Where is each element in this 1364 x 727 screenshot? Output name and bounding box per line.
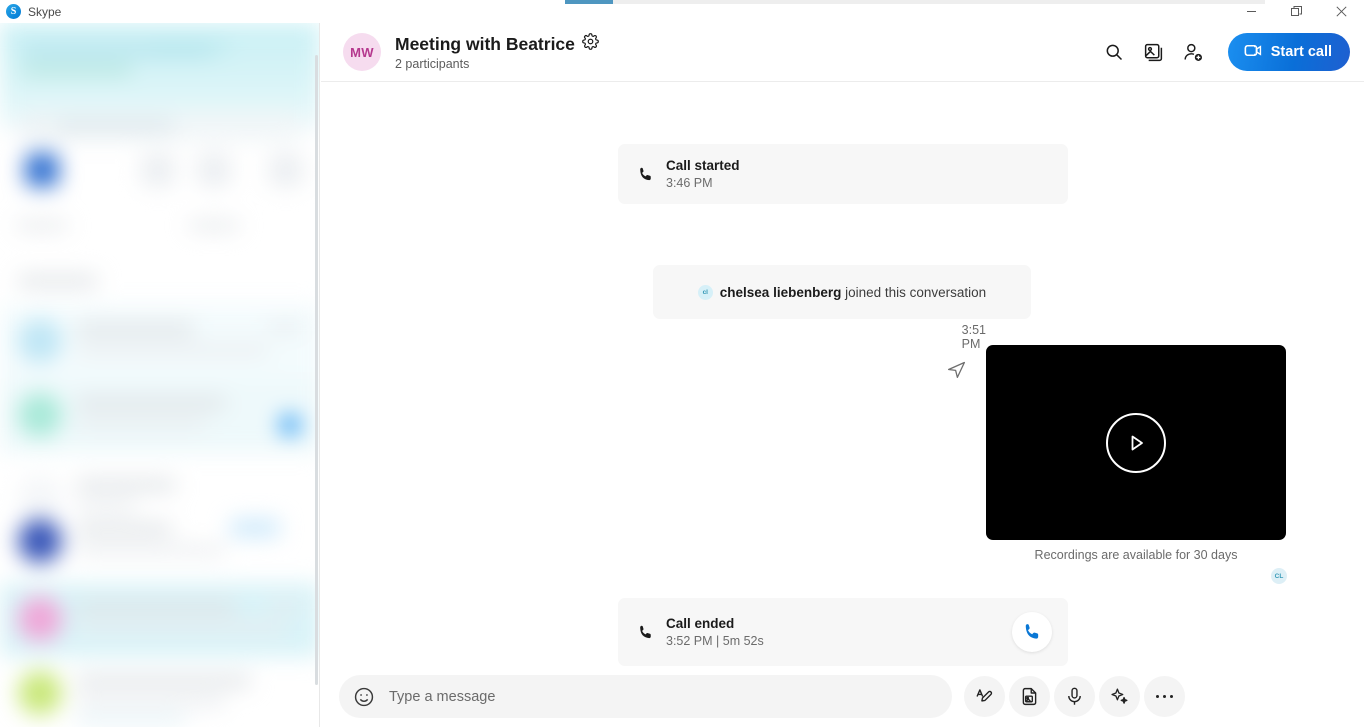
joined-suffix-text: joined this conversation <box>845 284 987 300</box>
avatar: cl <box>697 284 713 300</box>
participants-count: 2 participants <box>395 57 470 71</box>
add-person-icon[interactable] <box>1174 32 1214 72</box>
text-format-icon[interactable] <box>964 676 1005 717</box>
conversation-header-text: Meeting with Beatrice 2 participants <box>395 33 599 71</box>
sidebar-search-field <box>14 111 306 141</box>
quick-action-item <box>186 153 242 230</box>
search-input[interactable] <box>389 688 952 705</box>
quick-action-item <box>258 153 314 187</box>
video-camera-icon <box>1243 41 1262 64</box>
avatar[interactable]: MW <box>343 33 381 71</box>
conversation-title[interactable]: Meeting with Beatrice <box>395 34 575 55</box>
microphone-icon[interactable] <box>1054 676 1095 717</box>
call-ended-text: Call ended 3:52 PM | 5m 52s <box>666 616 764 648</box>
call-started-text: Call started 3:46 PM <box>666 158 740 190</box>
sidebar-blurred-content <box>0 23 319 727</box>
composer-actions <box>964 676 1185 717</box>
restore-icon[interactable] <box>1274 0 1319 23</box>
start-call-label: Start call <box>1270 44 1332 60</box>
phone-icon <box>634 166 656 183</box>
close-icon[interactable] <box>1319 0 1364 23</box>
emoji-smiley-icon[interactable] <box>351 684 377 710</box>
call-started-time: 3:46 PM <box>666 176 713 190</box>
message-list[interactable]: Call started 3:46 PM cl chelsea liebenbe… <box>321 82 1364 666</box>
call-started-card[interactable]: Call started 3:46 PM <box>618 144 1068 204</box>
search-icon[interactable] <box>1094 32 1134 72</box>
message-timestamp: 3:51 PM <box>961 323 986 351</box>
file-image-icon[interactable] <box>1009 676 1050 717</box>
start-call-button[interactable]: Start call <box>1227 33 1350 71</box>
sparkles-icon[interactable] <box>1099 676 1140 717</box>
conversation-pane: MW Meeting with Beatrice 2 participants <box>321 23 1364 727</box>
call-ended-details: 3:52 PM | 5m 52s <box>666 634 764 648</box>
list-item <box>0 657 319 727</box>
list-item <box>0 305 319 379</box>
browser-tab-strip <box>565 0 1265 4</box>
list-item <box>0 379 319 453</box>
sidebar-quick-actions <box>0 153 319 248</box>
page-title: Meeting with Beatrice <box>395 33 599 55</box>
more-options-icon[interactable] <box>1144 676 1185 717</box>
recording-availability-note: Recordings are available for 30 days <box>1034 548 1238 562</box>
sidebar-section-heading <box>18 275 98 287</box>
app-title: Skype <box>28 4 62 19</box>
quick-action-item <box>130 153 186 187</box>
participant-joined-card: cl chelsea liebenberg joined this conver… <box>653 265 1031 319</box>
call-ended-card[interactable]: Call ended 3:52 PM | 5m 52s <box>618 598 1068 666</box>
read-receipt-avatar: CL <box>1271 568 1287 584</box>
list-item <box>0 583 319 657</box>
forward-arrow-icon[interactable] <box>946 359 967 385</box>
active-tab-indicator[interactable] <box>565 0 613 4</box>
image-gallery-icon[interactable] <box>1134 32 1174 72</box>
skype-logo-icon: S <box>6 4 21 19</box>
phone-icon <box>634 624 656 641</box>
gear-icon[interactable] <box>582 33 599 55</box>
quick-action-item <box>14 153 70 230</box>
call-ended-title: Call ended <box>666 616 735 631</box>
header-actions: Start call <box>1094 32 1364 72</box>
joined-participant-name[interactable]: chelsea liebenberg <box>720 285 842 300</box>
conversation-header: MW Meeting with Beatrice 2 participants <box>321 23 1364 82</box>
phone-call-icon[interactable] <box>1012 612 1052 652</box>
call-started-title: Call started <box>666 158 740 173</box>
message-input-wrapper[interactable] <box>339 675 952 718</box>
sidebar-scrollbar[interactable] <box>315 55 318 685</box>
chat-list-sidebar[interactable] <box>0 23 320 727</box>
play-icon[interactable] <box>1106 412 1166 473</box>
message-composer <box>321 666 1364 727</box>
list-item <box>0 505 319 579</box>
video-recording-thumbnail[interactable] <box>986 345 1286 540</box>
